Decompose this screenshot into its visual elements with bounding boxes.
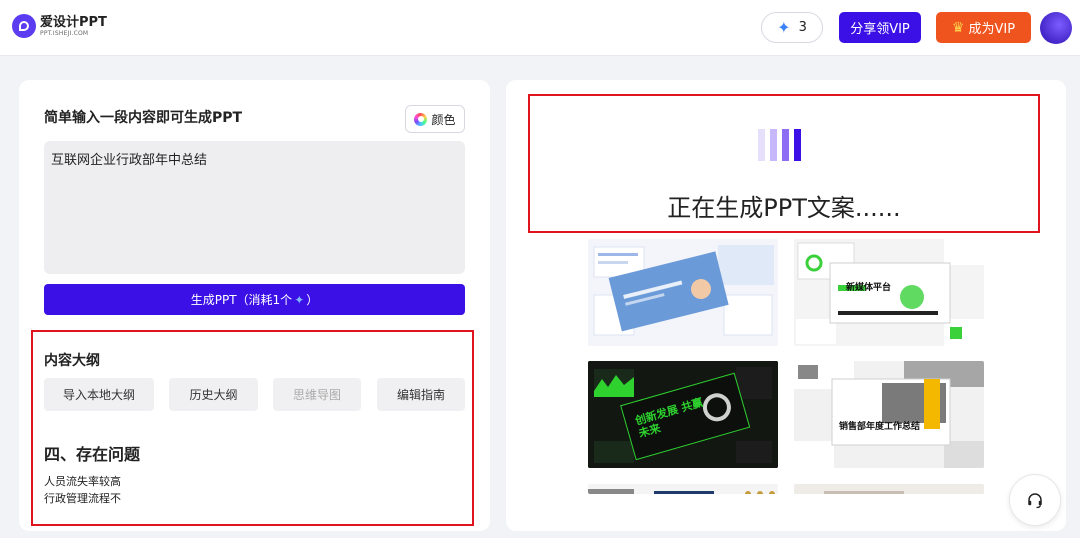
template-thumbnail[interactable] [794,484,984,494]
generate-suffix: ） [306,293,319,307]
share-vip-button[interactable]: 分享领VIP [839,12,921,43]
crown-icon: ♛ [951,19,965,36]
import-outline-button[interactable]: 导入本地大纲 [44,378,154,411]
avatar[interactable] [1040,12,1072,44]
headset-icon [1028,493,1042,509]
mind-map-button[interactable]: 思维导图 [273,378,361,411]
credits-count: 3 [798,20,807,35]
template-thumbnail[interactable]: 销售部年度工作总结 [794,361,984,468]
template-title: 销售部年度工作总结 [839,422,921,432]
become-vip-label: 成为VIP [968,22,1016,37]
generate-label: 生成PPT（消耗1个 [190,293,293,307]
preview-panel: 正在生成PPT文案...... 新媒体平台 创新发展 共赢未来 销售部年度工作总… [506,80,1066,531]
logo[interactable]: 爱设计PPT PPT.ISHEJI.COM [12,14,107,38]
color-label: 颜色 [431,112,456,127]
become-vip-button[interactable]: ♛ 成为VIP [936,12,1031,43]
outline-section-heading[interactable]: 四、存在问题 [44,441,140,465]
editor-panel: 简单输入一段内容即可生成PPT 颜色 互联网企业行政部年中总结 生成PPT（消耗… [19,80,490,531]
template-preview-image [588,239,778,346]
generate-ppt-button[interactable]: 生成PPT（消耗1个 ✦ ） [44,284,465,315]
template-thumbnail[interactable]: 新媒体平台 [794,239,984,346]
content-input[interactable]: 互联网企业行政部年中总结 [44,141,465,274]
credits-counter[interactable]: ✦ 3 [761,12,823,43]
outline-item[interactable]: 行政管理流程不 [44,490,121,506]
edit-guide-button[interactable]: 编辑指南 [377,378,465,411]
template-preview-image [794,361,984,468]
top-header: 爱设计PPT PPT.ISHEJI.COM ✦ 3 分享领VIP ♛ 成为VIP [0,0,1080,56]
customer-support-button[interactable] [1009,474,1061,526]
history-outline-button[interactable]: 历史大纲 [169,378,258,411]
outline-item[interactable]: 人员流失率较高 [44,473,121,489]
template-thumbnail[interactable] [588,484,778,494]
sparkle-icon: ✦ [294,292,305,307]
color-wheel-icon [414,112,428,126]
logo-icon [12,14,36,38]
logo-name: 爱设计PPT [40,14,107,30]
template-title: 新媒体平台 [846,283,892,293]
sparkle-icon: ✦ [777,17,791,37]
template-preview-image [588,489,775,494]
template-thumbnail[interactable] [588,239,778,346]
generating-status-text: 正在生成PPT文案...... [667,194,901,222]
outline-title: 内容大纲 [44,353,100,369]
logo-subtitle: PPT.ISHEJI.COM [40,29,89,37]
generating-status-box: 正在生成PPT文案...... [528,94,1040,233]
template-preview-image [794,489,984,494]
template-thumbnail[interactable]: 创新发展 共赢未来 [588,361,778,468]
color-button[interactable]: 颜色 [405,105,465,133]
loading-bars-icon [758,129,801,161]
editor-title: 简单输入一段内容即可生成PPT [44,110,243,126]
